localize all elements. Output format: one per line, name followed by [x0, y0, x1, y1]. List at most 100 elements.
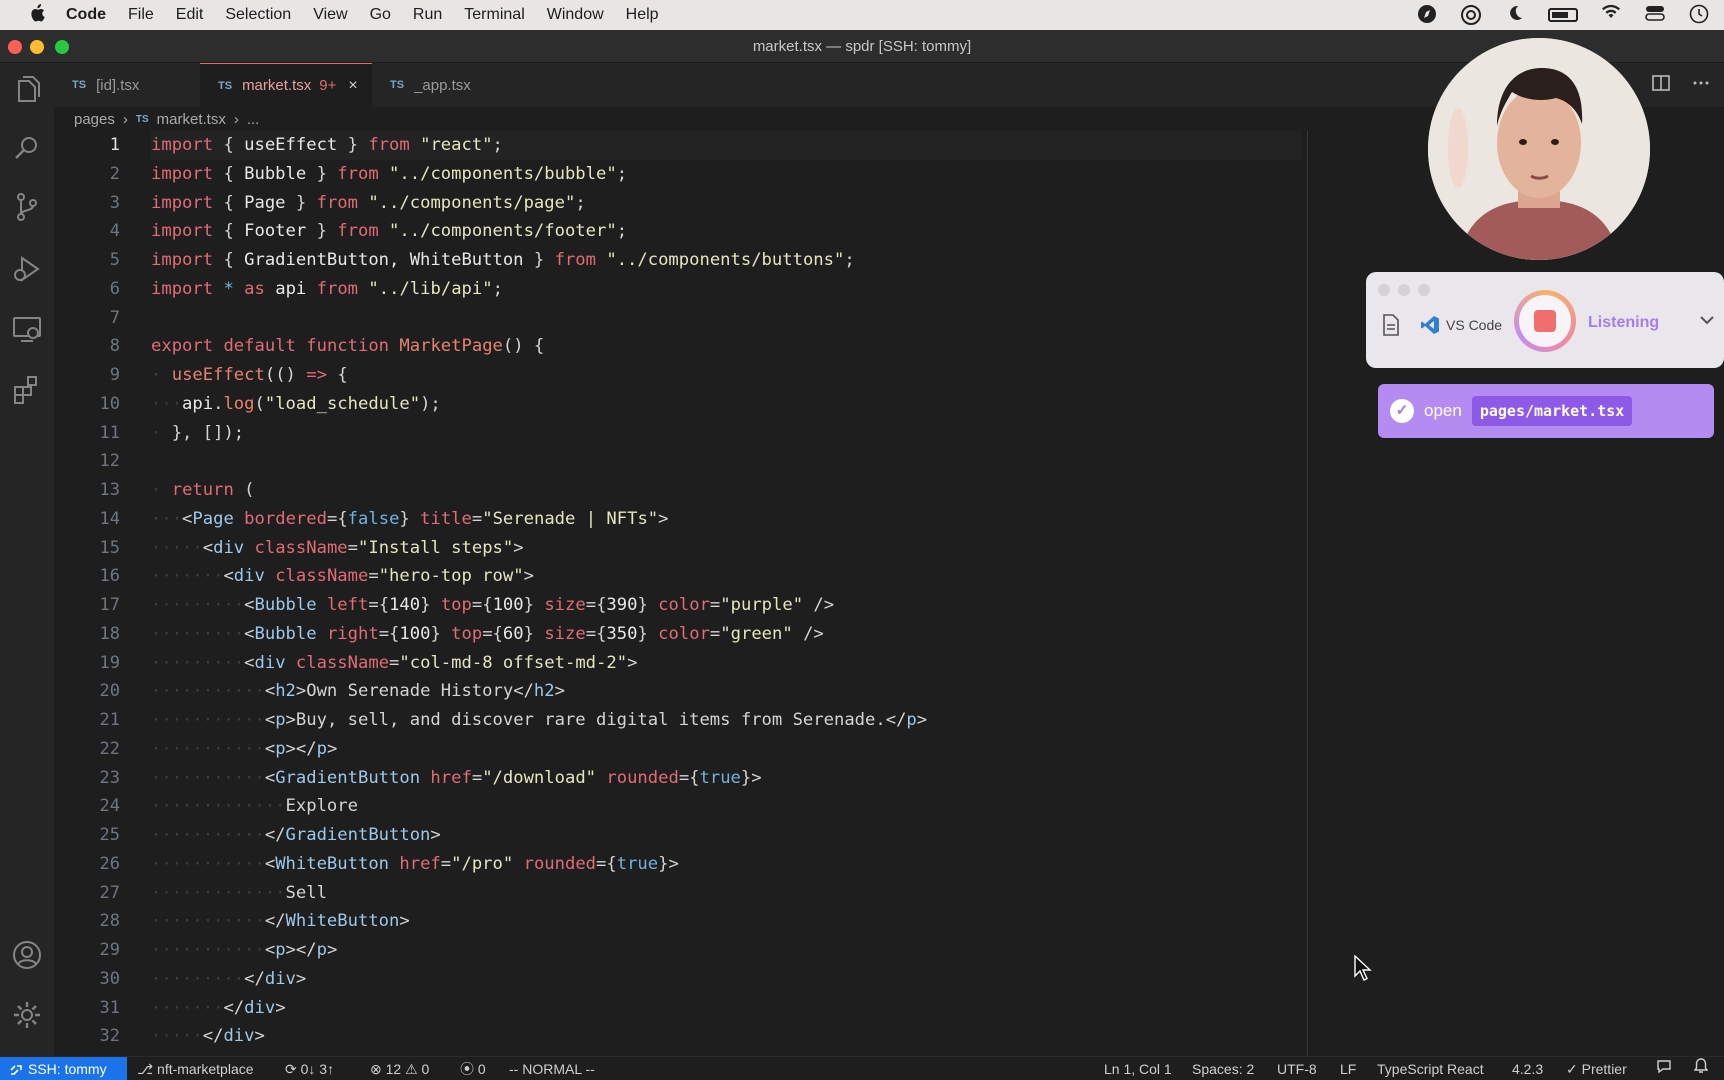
extensions-icon[interactable] [11, 373, 43, 405]
branch-name: nft-marketplace [157, 1061, 254, 1077]
tab-market-tsx[interactable]: TS market.tsx 9+ × [200, 63, 372, 107]
code-line[interactable]: export default function MarketPage() { [151, 332, 1301, 361]
prettier-status[interactable]: ✓ Prettier [1566, 1057, 1627, 1080]
line-ending[interactable]: LF [1340, 1057, 1356, 1080]
code-line[interactable]: ·········<div className="col-md-8 offset… [151, 649, 1301, 678]
menu-window[interactable]: Window [547, 6, 604, 24]
code-lines[interactable]: import { useEffect } from "react"; import… [151, 131, 1301, 1051]
menu-edit[interactable]: Edit [176, 6, 204, 24]
indentation[interactable]: Spaces: 2 [1192, 1057, 1254, 1080]
menu-go[interactable]: Go [370, 6, 391, 24]
code-line[interactable]: ·······</div> [151, 994, 1301, 1023]
moon-icon[interactable] [1504, 4, 1526, 26]
code-line[interactable]: ·········</div> [151, 965, 1301, 994]
code-line[interactable]: ···········<p>Buy, sell, and discover ra… [151, 706, 1301, 735]
split-editor-icon[interactable] [1652, 75, 1670, 96]
code-line[interactable]: ·····<div className="Install steps"> [151, 534, 1301, 563]
wifi-icon[interactable] [1600, 4, 1622, 26]
code-line[interactable]: ···········<p></p> [151, 735, 1301, 764]
notifications-bell-icon[interactable] [1693, 1057, 1709, 1080]
voice-command-result: ✓ open pages/market.tsx [1378, 384, 1714, 438]
code-line[interactable]: ·········<Bubble left={140} top={100} si… [151, 591, 1301, 620]
line-number: 2 [109, 163, 120, 184]
search-icon[interactable] [11, 133, 43, 165]
tab-id-tsx[interactable]: TS [id].tsx [54, 63, 200, 107]
control-center-icon[interactable] [1644, 4, 1666, 26]
compass-icon[interactable] [1416, 4, 1438, 26]
widget-minimize-dot[interactable] [1398, 284, 1410, 296]
sync-status[interactable]: ⟳ 0↓ 3↑ [285, 1057, 334, 1080]
code-line[interactable]: ···········<GradientButton href="/downlo… [151, 764, 1301, 793]
code-line[interactable]: · }, []); [151, 419, 1301, 448]
close-tab-icon[interactable]: × [348, 77, 357, 95]
target-app[interactable]: VS Code [1420, 315, 1502, 335]
code-line[interactable]: import { useEffect } from "react"; [151, 131, 1301, 160]
cursor-position[interactable]: Ln 1, Col 1 [1104, 1057, 1172, 1080]
code-line[interactable]: ···········</GradientButton> [151, 821, 1301, 850]
widget-zoom-dot[interactable] [1418, 284, 1430, 296]
stop-recording-button[interactable] [1514, 290, 1576, 352]
menu-app-name[interactable]: Code [66, 6, 106, 24]
feedback-icon[interactable] [1656, 1057, 1672, 1080]
code-line[interactable]: import { GradientButton, WhiteButton } f… [151, 246, 1301, 275]
code-line[interactable]: · useEffect(() => { [151, 361, 1301, 390]
accounts-icon[interactable] [11, 939, 43, 971]
code-line[interactable]: ···········<WhiteButton href="/pro" roun… [151, 850, 1301, 879]
remote-explorer-icon[interactable] [11, 313, 43, 345]
code-line[interactable]: import { Bubble } from "../components/bu… [151, 160, 1301, 189]
language-mode[interactable]: TypeScript React [1377, 1057, 1484, 1080]
widget-close-dot[interactable] [1378, 284, 1390, 296]
ports-status[interactable]: ⦿ 0 [460, 1057, 486, 1080]
settings-gear-icon[interactable] [11, 999, 43, 1031]
tab-app-tsx[interactable]: TS _app.tsx [372, 63, 522, 107]
menu-view[interactable]: View [313, 6, 347, 24]
breadcrumb-file[interactable]: market.tsx [157, 111, 226, 128]
clock-icon[interactable] [1688, 4, 1710, 26]
code-line[interactable]: ·············Sell [151, 879, 1301, 908]
code-line[interactable]: import { Footer } from "../components/fo… [151, 217, 1301, 246]
menu-terminal[interactable]: Terminal [464, 6, 524, 24]
code-line[interactable]: ···········<h2>Own Serenade History</h2> [151, 677, 1301, 706]
explorer-icon[interactable] [11, 75, 43, 107]
code-line[interactable] [151, 304, 1301, 333]
menu-help[interactable]: Help [626, 6, 659, 24]
code-line[interactable]: ···<Page bordered={false} title="Serenad… [151, 505, 1301, 534]
line-number: 29 [99, 940, 120, 960]
check-double-icon: ✓ [1566, 1061, 1578, 1077]
code-editor[interactable]: 1 2 3 4 5 6 7 8 9 10 11 12 13 14 15 16 1… [54, 131, 1724, 1056]
remote-indicator[interactable]: SSH: tommy [0, 1057, 127, 1080]
menu-run[interactable]: Run [413, 6, 442, 24]
error-count: 12 [385, 1061, 402, 1077]
breadcrumb-symbol[interactable]: ... [247, 111, 260, 128]
typescript-icon: TS [390, 79, 405, 91]
spiral-icon[interactable] [1460, 4, 1482, 26]
source-control-icon[interactable] [11, 191, 43, 223]
menu-selection[interactable]: Selection [225, 6, 291, 24]
more-actions-icon[interactable] [1692, 75, 1710, 96]
branch-status[interactable]: ⎇ nft-marketplace [137, 1057, 254, 1080]
code-line[interactable]: ·············Explore [151, 792, 1301, 821]
sync-counts: 0↓ 3↑ [300, 1061, 335, 1077]
code-line[interactable]: ·······<div className="hero-top row"> [151, 562, 1301, 591]
code-line[interactable]: import * as api from "../lib/api"; [151, 275, 1301, 304]
chevron-down-icon[interactable] [1690, 306, 1724, 336]
code-line[interactable]: ···api.log("load_schedule"); [151, 390, 1301, 419]
run-debug-icon[interactable] [11, 253, 43, 285]
apple-menu-icon[interactable] [22, 3, 52, 27]
code-line[interactable]: ·········<Bubble right={100} top={60} si… [151, 620, 1301, 649]
menu-file[interactable]: File [128, 6, 154, 24]
encoding[interactable]: UTF-8 [1277, 1057, 1317, 1080]
breadcrumb-folder[interactable]: pages [74, 111, 115, 128]
problems-status[interactable]: ⊗ 12 ⚠ 0 [370, 1057, 429, 1080]
code-line[interactable]: ···········<p></p> [151, 936, 1301, 965]
ts-version[interactable]: 4.2.3 [1512, 1057, 1543, 1080]
battery-icon[interactable] [1548, 8, 1578, 22]
code-line[interactable]: ···········</WhiteButton> [151, 907, 1301, 936]
line-number: 32 [99, 1026, 120, 1047]
code-line[interactable] [151, 447, 1301, 476]
code-line[interactable]: import { Page } from "../components/page… [151, 189, 1301, 218]
error-icon: ⊗ [370, 1061, 382, 1077]
code-line[interactable]: ·····</div> [151, 1022, 1301, 1051]
command-argument: pages/market.tsx [1471, 396, 1633, 426]
code-line[interactable]: · return ( [151, 476, 1301, 505]
